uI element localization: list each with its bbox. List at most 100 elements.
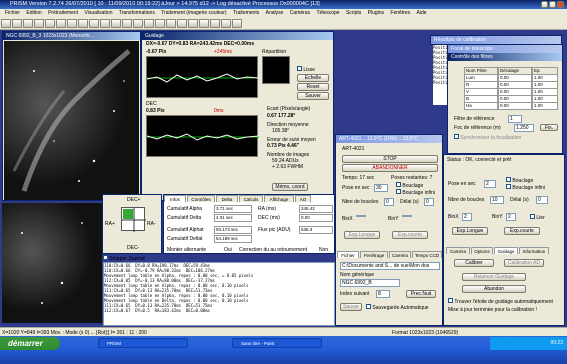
guide-control-window[interactable]: Status : OK, connecté et prêt Pose en se… [443, 154, 565, 326]
guide-nb-boucles-input[interactable]: 10 [490, 196, 504, 204]
filter-ep[interactable]: 1.00 [532, 102, 558, 110]
menu-telescope[interactable]: Télescope [316, 10, 339, 16]
menu-scripts[interactable]: Scripts [346, 10, 361, 16]
menu-traitement-couleur[interactable]: Traitement (imagerie couleur) [161, 10, 226, 16]
guide-delai-input[interactable]: 0 [536, 196, 548, 204]
filter-name[interactable]: Ha [464, 102, 498, 110]
exp-longue-button[interactable]: Exp.Longue [344, 231, 380, 239]
menu-visualisation[interactable]: Visualisation [85, 10, 113, 16]
sauvegarde-auto-checkbox[interactable]: Sauvegarde Automatique [366, 304, 429, 311]
calibration-ad-button[interactable]: Calibration AD [504, 259, 544, 267]
abandonner-button[interactable]: ABANDONNER [342, 164, 438, 172]
guide-window[interactable]: Guidage DX=-0.67 DY=0.83 RA=243.42ms DEC… [141, 31, 334, 201]
nom-generique-input[interactable]: NGC 6992_B [340, 279, 400, 287]
menu-analyse[interactable]: Analyse [266, 10, 284, 16]
filter-window[interactable]: Focal de télescope Contrôle des filtres … [447, 44, 563, 154]
sauver-image-button[interactable]: Sauver [340, 303, 362, 311]
telescope-icon[interactable] [100, 19, 110, 28]
stop-button[interactable]: STOP [342, 155, 438, 163]
guide-window-title[interactable]: Guidage [142, 32, 333, 40]
foc-ref-input[interactable]: 1.250 [514, 124, 534, 132]
minimize-button[interactable] [541, 1, 548, 8]
print-icon[interactable] [34, 19, 44, 28]
menu-plugins[interactable]: Plugins [368, 10, 384, 16]
guide-icon[interactable] [133, 19, 143, 28]
focus-icon[interactable] [122, 19, 132, 28]
guide-exp-courte-button[interactable]: Exp.courte [504, 227, 540, 235]
guide-biny-input[interactable]: 2 [506, 213, 516, 221]
tab-guide-camera[interactable]: Caméra [446, 247, 470, 254]
image-thumbnail[interactable] [2, 203, 102, 323]
task-paint[interactable]: Sans titre - Paint [232, 338, 322, 348]
save-icon[interactable] [23, 19, 33, 28]
histogram-icon[interactable] [155, 19, 165, 28]
filters-window-title[interactable]: Contrôle des filtres [448, 53, 562, 61]
nb-boucles-input[interactable]: 0 [384, 198, 394, 206]
direction-grid[interactable] [121, 207, 146, 232]
stopper-checkbox[interactable]: Stopper Jaunod [103, 255, 145, 262]
help-icon[interactable] [232, 19, 242, 28]
filter-icon[interactable] [111, 19, 121, 28]
memo-coord-button[interactable]: Mémo. coord [272, 183, 308, 191]
zoom-in-icon[interactable] [67, 19, 77, 28]
menu-fichier[interactable]: Fichier [5, 10, 20, 16]
maximize-button[interactable] [549, 1, 556, 8]
abandon-button[interactable]: Abandon [462, 285, 526, 293]
calibration-window-title[interactable]: Résultats de calibration [431, 36, 561, 44]
info-icon[interactable] [221, 19, 231, 28]
save-path[interactable]: C:\Documents and S... de vue\Mon dos [340, 262, 440, 270]
image-window-title[interactable]: NGC 6992_B_3 1023x1023 (Monochr... [3, 32, 140, 40]
tab-guide-guidage[interactable]: Guidage [494, 247, 518, 254]
bouclage-checkbox[interactable]: Bouclage [396, 182, 423, 189]
reset-button[interactable]: Reset [297, 83, 329, 91]
tab-controles[interactable]: Contrôles [187, 195, 215, 202]
sauver-button[interactable]: Sauver [297, 92, 329, 100]
new-file-icon[interactable] [1, 19, 11, 28]
zoom-out-icon[interactable] [78, 19, 88, 28]
open-file-icon[interactable] [12, 19, 22, 28]
clock[interactable]: 00:23 [550, 340, 563, 346]
menu-edition[interactable]: Edition [26, 10, 41, 16]
relancer-guidage-button[interactable]: Relancer Guidage [462, 273, 526, 281]
tab-affichage[interactable]: Affichage [264, 195, 294, 202]
guide-pose-input[interactable]: 2 [484, 180, 496, 188]
tab-fenetrage[interactable]: Fenêtrage [360, 251, 388, 258]
guide-exp-longue-button[interactable]: Exp.Longue [452, 227, 488, 235]
lier-checkbox[interactable]: Lier [530, 214, 545, 221]
lisse-checkbox[interactable]: Lisse [297, 66, 315, 73]
tab-guide-options[interactable]: Options [471, 247, 493, 254]
redo-icon[interactable] [56, 19, 66, 28]
tab-guide-information[interactable]: Information [519, 247, 549, 254]
trouver-etoile-checkbox[interactable]: Trouver l'étoile de guidage automatiquem… [448, 298, 564, 305]
filter-offset[interactable]: 0.00 [498, 102, 532, 110]
delai-input[interactable]: 0 [424, 198, 434, 206]
settings-icon[interactable] [210, 19, 220, 28]
tab-camera[interactable]: Caméra [389, 251, 411, 258]
guide-log[interactable]: 110:CX=0.66 DY=0.8 RA=198.17ms DEC=59.43… [103, 262, 335, 326]
binx-input[interactable] [356, 215, 366, 217]
exp-courte-button[interactable]: Exp.courte [392, 231, 428, 239]
pose-en-sec-input[interactable]: 30 [374, 184, 388, 192]
guide-binx-input[interactable]: 2 [462, 213, 472, 221]
star-field-image[interactable] [4, 41, 139, 200]
menu-traitements[interactable]: Traitements [233, 10, 259, 16]
close-button[interactable] [557, 1, 564, 8]
menu-transformations[interactable]: Transformations [119, 10, 155, 16]
sync-focus-checkbox[interactable]: Synchroniser la focalisation [454, 134, 521, 141]
prec-nuit-button[interactable]: Prec.Nuit [406, 290, 436, 298]
script-icon[interactable] [166, 19, 176, 28]
echelle-button[interactable]: Echelle [297, 74, 329, 82]
camera-window[interactable]: ART-4021 .. 13.9°C (10%) ...13.9°C ART-4… [335, 134, 443, 326]
tab-infos[interactable]: Infos [164, 195, 186, 202]
star-icon[interactable] [177, 19, 187, 28]
menu-fenetres[interactable]: Fenêtres [390, 10, 410, 16]
guide-bouclage-checkbox[interactable]: Bouclage [506, 177, 533, 184]
camera-icon[interactable] [89, 19, 99, 28]
tab-calculs[interactable]: Calculs [239, 195, 263, 202]
grid-icon[interactable] [188, 19, 198, 28]
tab-delta[interactable]: Delta [216, 195, 238, 202]
menu-cameras[interactable]: Caméras [290, 10, 310, 16]
filtre-ref-input[interactable]: 1 [508, 115, 522, 123]
task-prism[interactable]: PRiSM [98, 338, 188, 348]
camera-window-title[interactable]: ART-4021 .. 13.9°C (10%) ...13.9°C [336, 135, 442, 143]
